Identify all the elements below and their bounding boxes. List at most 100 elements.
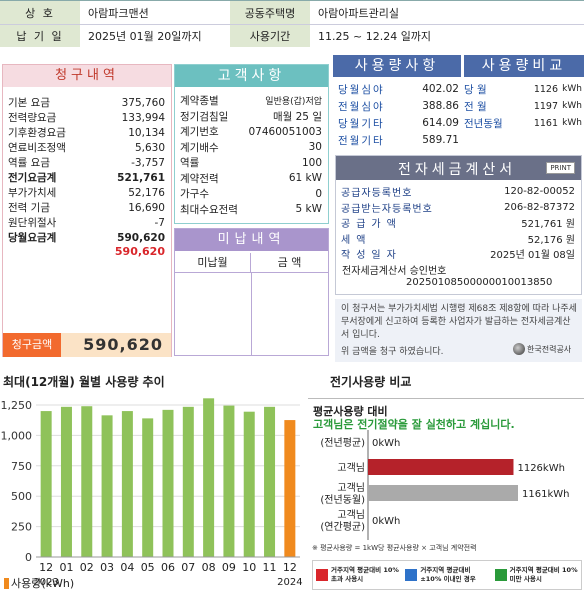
invoice-row: 공급가액 521,761 원 xyxy=(336,215,581,230)
legend-text: 거주지역 평균대비 10% 미만 사용시 xyxy=(509,566,578,583)
billing-title: 청구내역 xyxy=(3,65,171,87)
bar xyxy=(284,420,296,557)
customer-row-label: 역률 xyxy=(180,157,200,169)
customer-row-label: 계약전력 xyxy=(180,172,219,185)
compare-row-value: 1197 xyxy=(533,100,558,112)
value-label: 1126kWh xyxy=(517,463,564,474)
customer-row-label: 가구수 xyxy=(180,188,209,200)
monthly-chart: 0 250 500 750 1,000 1,250 12 01 02 03 04 05 06 07 08 09… xyxy=(1,398,303,588)
notice-box: 이 청구서는 부가가치세법 시행령 제68조 제8항에 따라 나주세무서장에게 … xyxy=(335,299,582,362)
usage-row-label: 전월심야 xyxy=(338,100,385,113)
usage-row-label: 전월기타 xyxy=(338,134,385,147)
customer-row-value: 0 xyxy=(315,187,322,200)
billing-row-label: 전력 기금 xyxy=(8,202,50,214)
customer-row-value: 100 xyxy=(301,156,322,169)
billing-row-value: 521,761 xyxy=(117,171,165,184)
billing-row: 전력량요금 133,994 xyxy=(3,110,171,125)
print-button[interactable]: PRINT xyxy=(546,162,575,174)
invoice-row-label: 공급받는자등록번호 xyxy=(341,203,433,215)
compare-row-unit: kWh xyxy=(562,101,582,111)
compare-row-value: 1161 xyxy=(533,117,558,129)
compare-row: 당 월 1126 kWh xyxy=(464,81,584,97)
customer-row: 계약전력 61 kW xyxy=(175,171,328,186)
billing-row-value: -7 xyxy=(154,216,165,229)
billing-row-value: 5,630 xyxy=(134,141,165,154)
comparison-bar xyxy=(368,459,514,475)
compare-panel: 사용량비교 당 월 1126 kWh 전 월 1197 kWh 전년동월 1161 kWh xyxy=(464,55,584,151)
bar xyxy=(162,409,174,557)
billing-row-value: 590,620 xyxy=(117,231,165,244)
company-label: 상 호 xyxy=(0,1,80,24)
x-tick-label: 09 xyxy=(222,561,236,574)
compare-row-value: 1126 xyxy=(533,83,558,95)
x-tick-label: 12 xyxy=(39,561,53,574)
notice-text: 이 청구서는 부가가치세법 시행령 제68조 제8항에 따라 나주세무서장에게 … xyxy=(341,304,577,340)
bar xyxy=(182,406,194,557)
comparison-divider xyxy=(308,398,584,399)
billing-row: 기후환경요금 10,134 xyxy=(3,125,171,140)
compare-title: 사용량비교 xyxy=(464,55,584,77)
invoice-panel: 전자세금계산서 PRINT 공급자등록번호 120-82-00052 공급받는자등록… xyxy=(335,155,582,295)
customer-row-value: 매월 25 일 xyxy=(272,110,322,123)
legend-swatch-orange xyxy=(4,577,9,589)
billing-row-label: 기본 요금 xyxy=(8,97,50,109)
x-tick-label: 04 xyxy=(120,561,134,574)
legend-item: 거주지역 평균대비 10% 미만 사용시 xyxy=(492,561,581,589)
customer-title: 고객사항 xyxy=(175,65,328,87)
customer-row: 가구수 0 xyxy=(175,186,328,201)
customer-row-label: 계기번호 xyxy=(180,126,219,138)
compare-row-label: 당 월 xyxy=(464,83,487,96)
x-tick-label: 03 xyxy=(100,561,114,574)
billing-row-label: 연료비조정액 xyxy=(8,142,66,154)
customer-row: 계기번호 07460051003 xyxy=(175,124,328,139)
customer-row: 계기배수 30 xyxy=(175,140,328,155)
invoice-row: 공급자등록번호 120-82-00052 xyxy=(336,184,581,199)
year-label: 2024 xyxy=(277,577,302,588)
billing-row-value: 10,134 xyxy=(128,126,165,139)
bar xyxy=(223,405,235,557)
kepco-logo: 한국전력공사 xyxy=(513,343,571,355)
customer-row-value: 일반용(갑)저압 xyxy=(265,97,322,107)
bar xyxy=(264,406,276,557)
comparison-legend: 거주지역 평균대비 10% 초과 사용시 거주지역 평균대비 ±10% 이내인 경… xyxy=(312,560,582,590)
invoice-rows: 공급자등록번호 120-82-00052 공급받는자등록번호 206-82-87372… xyxy=(336,184,581,264)
customer-row-label: 정기검침일 xyxy=(180,110,229,123)
legend-swatch xyxy=(494,569,507,581)
comparison-footnote: ※ 평균사용량 = 1kW당 평균사용량 × 고객님 계약전력 xyxy=(312,544,477,552)
legend-item: 거주지역 평균대비 ±10% 이내인 경우 xyxy=(402,561,491,589)
bar xyxy=(203,398,215,557)
unpaid-col-amount: 금 액 xyxy=(251,253,328,273)
billing-row: 전력 기금 16,690 xyxy=(3,200,171,215)
comparison-bar xyxy=(368,485,518,501)
billing-row-label: 전기요금계 xyxy=(8,172,57,184)
kepco-logo-icon xyxy=(513,343,525,355)
legend-label: 사용량(kWh) xyxy=(11,577,75,590)
compare-row: 전년동월 1161 kWh xyxy=(464,115,584,131)
period-value: 11.25 ~ 12.24 일까지 xyxy=(310,24,584,47)
usage-rows: 당월심야 402.02 전월심야 388.86 당월기타 614.09 전월기타 589.71 xyxy=(333,81,461,151)
invoice-row-value: 52,176 원 xyxy=(527,234,575,246)
monthly-chart-title: 최대(12개월) 월별 사용량 추이 xyxy=(3,375,165,389)
customer-row: 역률 100 xyxy=(175,155,328,170)
x-tick-label: 11 xyxy=(263,561,277,574)
y-tick-label: 0 xyxy=(25,551,32,564)
compare-row-label: 전년동월 xyxy=(464,117,503,130)
x-tick-label: 02 xyxy=(80,561,94,574)
billing-row-value: 375,760 xyxy=(121,96,165,109)
x-tick-label: 07 xyxy=(181,561,195,574)
x-tick-label: 01 xyxy=(59,561,73,574)
billing-row: 전기요금계 521,761 xyxy=(3,170,171,185)
legend-text: 거주지역 평균대비 10% 초과 사용시 xyxy=(331,566,399,583)
y-tick-label: 1,000 xyxy=(1,429,33,442)
billing-row-value: 133,994 xyxy=(121,111,165,124)
x-tick-label: 06 xyxy=(161,561,175,574)
legend-text: 거주지역 평균대비 ±10% 이내인 경우 xyxy=(420,566,476,583)
bar xyxy=(101,415,113,557)
invoice-row-label: 공급가액 xyxy=(341,219,402,230)
unpaid-divider xyxy=(251,273,252,355)
value-label: 0kWh xyxy=(372,516,400,527)
x-tick-label: 08 xyxy=(202,561,216,574)
usage-row-label: 당월심야 xyxy=(338,83,385,96)
period-label: 사용기간 xyxy=(230,24,310,47)
category-label: (연간평균) xyxy=(320,521,365,533)
